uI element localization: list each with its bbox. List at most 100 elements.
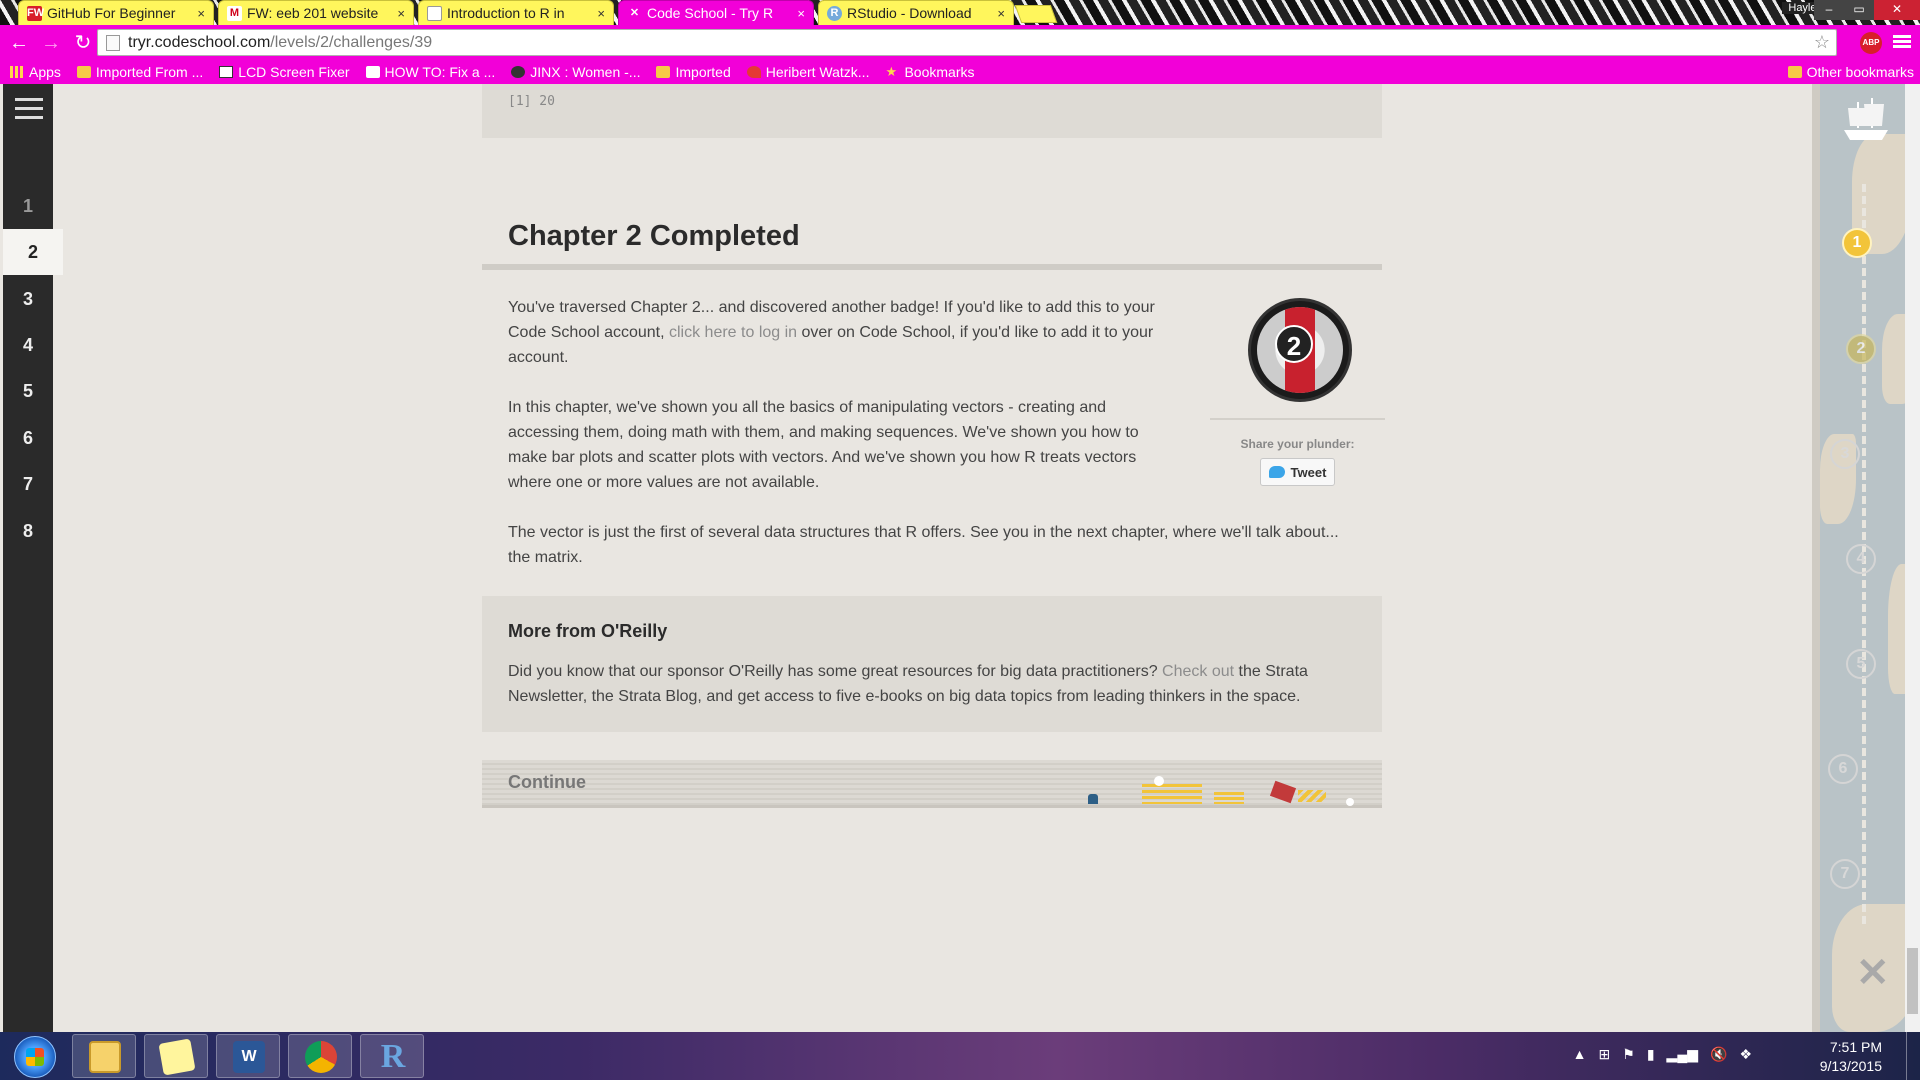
level-link-1[interactable]: 1 <box>3 183 53 229</box>
badge-number: 2 <box>1275 325 1313 363</box>
bookmark-lcd-screen-fixer[interactable]: LCD Screen Fixer <box>219 64 350 80</box>
close-tab-icon[interactable]: × <box>197 6 205 21</box>
map-waypoint-7[interactable]: 7 <box>1830 859 1860 889</box>
bookmark-star-icon[interactable]: ☆ <box>1814 32 1830 53</box>
maximize-icon[interactable]: ▭ <box>1844 0 1874 20</box>
continue-label: Continue <box>508 772 586 792</box>
level-link-3[interactable]: 3 <box>3 276 53 322</box>
bookmark-bookmarks[interactable]: ★ Bookmarks <box>885 64 974 80</box>
network-signal-icon[interactable]: ▂▄▆ <box>1667 1046 1698 1063</box>
map-waypoint-2[interactable]: 2 <box>1846 334 1876 364</box>
bookmarks-bar: Apps Imported From ... LCD Screen Fixer … <box>0 60 1920 84</box>
bookmark-how-to[interactable]: HOW TO: Fix a ... <box>365 64 496 80</box>
window-controls: – ▭ ✕ <box>1814 0 1920 20</box>
level-link-2[interactable]: 2 <box>3 229 63 275</box>
tweet-button[interactable]: Tweet <box>1260 458 1335 486</box>
level-link-8[interactable]: 8 <box>3 508 53 554</box>
start-button[interactable] <box>14 1036 56 1078</box>
new-tab-button[interactable] <box>1014 5 1058 23</box>
small-pearl-icon <box>1346 798 1354 806</box>
bookmark-label: Imported From ... <box>95 64 204 80</box>
window-close-icon[interactable]: ✕ <box>1874 0 1920 20</box>
adblock-icon[interactable]: ABP <box>1860 32 1882 54</box>
bookmark-jinx[interactable]: JINX : Women -... <box>511 64 640 80</box>
file-explorer-icon <box>89 1041 121 1073</box>
close-tab-icon[interactable]: × <box>397 6 405 21</box>
close-tab-icon[interactable]: × <box>997 6 1005 21</box>
chrome-menu-icon[interactable] <box>1893 33 1911 51</box>
chrome-icon <box>305 1041 337 1073</box>
oreilly-promo: More from O'Reilly Did you know that our… <box>482 596 1382 732</box>
star-icon: ★ <box>885 64 898 79</box>
map-waypoint-4[interactable]: 4 <box>1846 544 1876 574</box>
battery-icon[interactable]: ▮ <box>1647 1046 1655 1063</box>
bookmark-label: HOW TO: Fix a ... <box>384 64 496 80</box>
tab-label: RStudio - Download <box>847 5 972 21</box>
level-link-6[interactable]: 6 <box>3 415 53 461</box>
taskbar-word[interactable]: W <box>216 1034 280 1078</box>
tab-label: Code School - Try R <box>647 5 774 21</box>
vertical-scrollbar[interactable] <box>1905 84 1920 1032</box>
map-waypoint-6[interactable]: 6 <box>1828 754 1858 784</box>
level-link-4[interactable]: 4 <box>3 322 53 368</box>
bookmark-label: Bookmarks <box>904 64 975 80</box>
other-bookmarks-label: Other bookmarks <box>1806 64 1914 80</box>
promo-title: More from O'Reilly <box>508 621 668 641</box>
bookmark-heribert[interactable]: Heribert Watzk... <box>746 64 869 80</box>
clock[interactable]: 7:51 PM 9/13/2015 <box>1820 1038 1882 1076</box>
github-favicon-icon: FW <box>27 5 45 21</box>
login-link[interactable]: click here to log in <box>669 324 797 341</box>
map-waypoint-5[interactable]: 5 <box>1846 649 1876 679</box>
continue-button[interactable]: Continue <box>482 760 1382 808</box>
other-bookmarks[interactable]: Other bookmarks <box>1787 64 1914 80</box>
taskbar-sticky-notes[interactable] <box>144 1034 208 1078</box>
tab-gmail[interactable]: M FW: eeb 201 website × <box>218 0 414 25</box>
tray-expand-icon[interactable]: ▲ <box>1573 1046 1587 1063</box>
minimize-icon[interactable]: – <box>1814 0 1844 20</box>
level-link-7[interactable]: 7 <box>3 461 53 507</box>
heart-icon <box>746 66 761 78</box>
site-c-icon <box>365 66 380 78</box>
forward-icon[interactable]: → <box>38 30 64 56</box>
map-waypoint-3[interactable]: 3 <box>1830 439 1860 469</box>
share-label: Share your plunder: <box>1240 437 1355 451</box>
taskbar-r[interactable]: R <box>360 1034 424 1078</box>
bookmark-label: JINX : Women -... <box>530 64 641 80</box>
tab-code-school[interactable]: ✕ Code School - Try R × <box>618 0 814 25</box>
windows-icon[interactable]: ⊞ <box>1599 1046 1611 1063</box>
tab-github[interactable]: FW GitHub For Beginner × <box>18 0 214 25</box>
scroll-thumb[interactable] <box>1907 948 1918 1014</box>
tab-rstudio[interactable]: R RStudio - Download × <box>818 0 1014 25</box>
folder-icon <box>1787 66 1802 78</box>
sticky-notes-icon <box>158 1038 196 1076</box>
taskbar-chrome[interactable] <box>288 1034 352 1078</box>
bookmark-imported-from[interactable]: Imported From ... <box>76 64 204 80</box>
bookmark-label: Imported <box>675 64 731 80</box>
tab-intro-r[interactable]: Introduction to R in × <box>418 0 614 25</box>
bookmark-apps[interactable]: Apps <box>10 64 61 80</box>
level-link-5[interactable]: 5 <box>3 368 53 414</box>
check-out-link[interactable]: Check out <box>1162 663 1234 680</box>
url-path: /levels/2/challenges/39 <box>270 33 433 51</box>
hamburger-menu-icon[interactable] <box>15 98 43 120</box>
close-tab-icon[interactable]: × <box>597 6 605 21</box>
tab-list: FW GitHub For Beginner × M FW: eeb 201 w… <box>18 0 1058 25</box>
map-waypoint-1[interactable]: 1 <box>1842 228 1872 258</box>
chapter-title: Chapter 2 Completed <box>508 220 800 252</box>
folder-icon <box>76 66 91 78</box>
show-desktop-button[interactable] <box>1906 1032 1920 1080</box>
next-chapter-paragraph: The vector is just the first of several … <box>508 524 1339 566</box>
reload-icon[interactable]: ↻ <box>70 30 96 56</box>
taskbar-file-explorer[interactable] <box>72 1034 136 1078</box>
dropbox-icon[interactable]: ❖ <box>1739 1046 1752 1063</box>
windows-logo-icon <box>26 1048 44 1066</box>
treasure-x-icon: ✕ <box>1856 951 1890 995</box>
action-center-flag-icon[interactable]: ⚑ <box>1622 1046 1635 1063</box>
address-bar[interactable]: tryr.codeschool.com/levels/2/challenges/… <box>97 29 1837 56</box>
back-icon[interactable]: ← <box>6 30 32 56</box>
tab-label: FW: eeb 201 website <box>247 5 379 21</box>
bookmark-imported[interactable]: Imported <box>656 64 731 80</box>
close-tab-icon[interactable]: × <box>797 6 805 21</box>
chapter-badge: 2 <box>1248 298 1352 402</box>
volume-muted-icon[interactable]: 🔇 <box>1710 1046 1727 1063</box>
